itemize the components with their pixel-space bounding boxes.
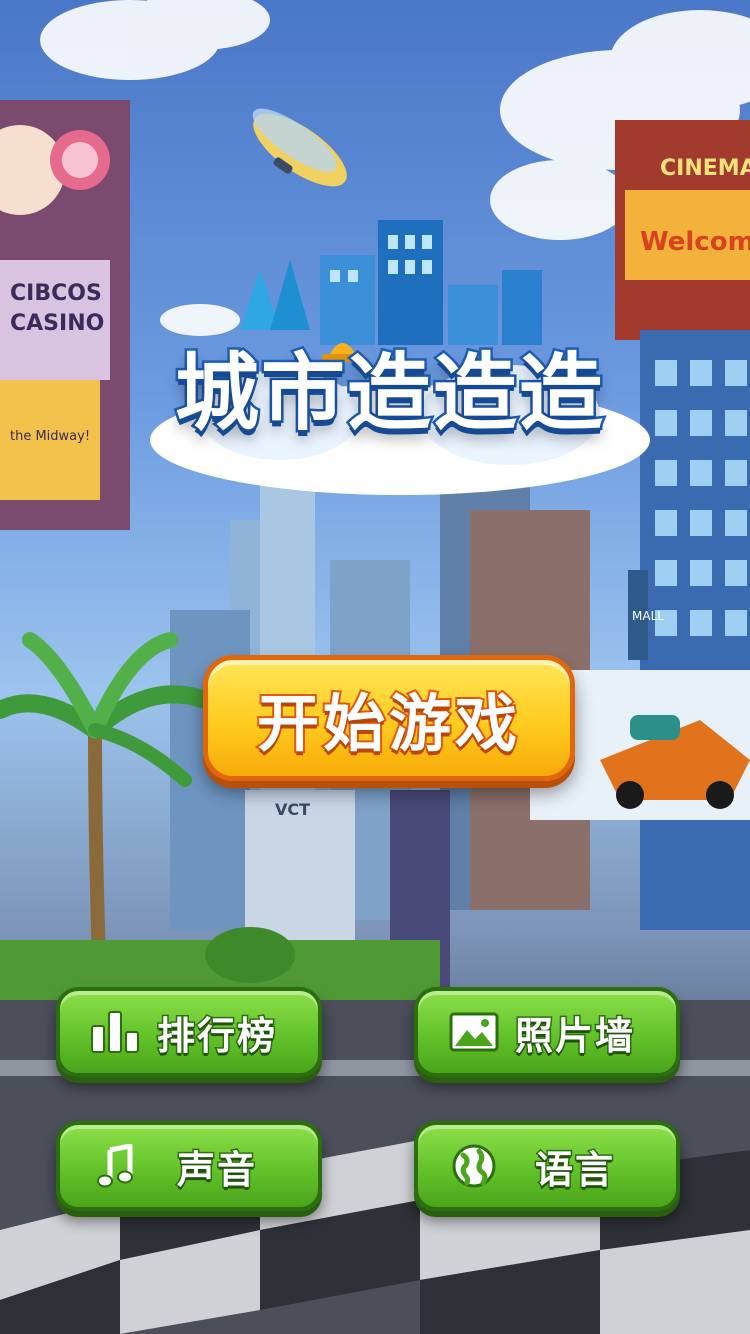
svg-text:CINEMA: CINEMA: [660, 156, 750, 181]
svg-text:CIBCOS: CIBCOS: [10, 281, 102, 306]
sound-label: 声音: [175, 1146, 257, 1193]
leaderboard-button[interactable]: 排行榜: [56, 987, 322, 1077]
photo-wall-button[interactable]: 照片墙: [414, 987, 680, 1077]
casino-billboard: CIBCOS CASINO the Midway!: [0, 100, 130, 530]
leaderboard-label: 排行榜: [155, 1012, 277, 1059]
globe-icon: [448, 1140, 500, 1192]
music-note-icon: [90, 1140, 142, 1192]
sound-button[interactable]: 声音: [56, 1121, 322, 1211]
svg-text:VCT: VCT: [275, 800, 310, 819]
language-button[interactable]: 语言: [414, 1121, 680, 1211]
blimp: [252, 108, 347, 187]
svg-text:Welcome: Welcome: [640, 227, 750, 257]
svg-text:CASINO: CASINO: [10, 311, 104, 336]
picture-icon: [448, 1006, 500, 1058]
start-game-button[interactable]: 开始游戏: [203, 655, 575, 781]
photo-wall-label: 照片墙: [513, 1012, 635, 1059]
start-game-label: 开始游戏: [255, 685, 521, 762]
svg-text:the Midway!: the Midway!: [10, 429, 90, 444]
title-screen: CIBCOS CASINO the Midway! Welcome CINEMA…: [0, 0, 750, 1334]
bar-chart-icon: [90, 1006, 142, 1058]
game-logo: 城市造造造: [130, 200, 650, 500]
svg-text:MALL: MALL: [632, 609, 664, 623]
game-title: 城市造造造: [172, 342, 605, 445]
language-label: 语言: [533, 1146, 615, 1193]
